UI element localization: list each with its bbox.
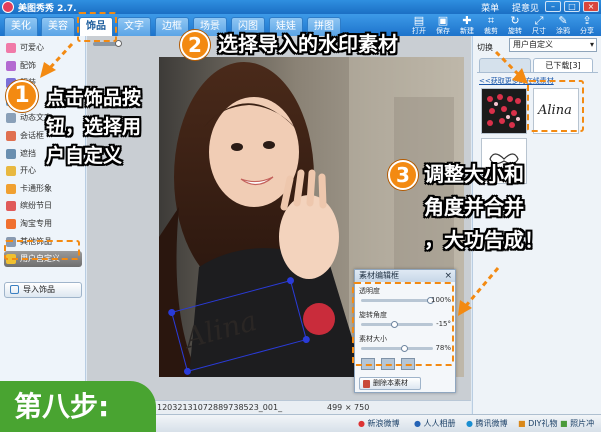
arrowhead-icon [458,300,472,316]
arrowhead-icon [512,68,528,84]
meitu-app-window: 美图秀秀 2.7. 菜单 提意见 – □ × 美化 美容 饰品 文字 边框 场景… [0,0,601,432]
step1-badge: 1 [6,80,38,112]
step2-badge: 2 [180,30,210,60]
arrow-step3 [462,267,500,309]
step2-text: 选择导入的水印素材 [218,32,398,56]
step1-line: 点击饰品按 [46,87,142,109]
step3-text: 调整大小和 角度并合并 ，大功告成！ [424,158,544,257]
step1-text: 点击饰品按 钮，选择用 户自定义 [46,84,141,171]
step3-badge: 3 [388,160,418,190]
step3-line: 角度并合并 [424,195,524,219]
step3-line: 调整大小和 [424,162,524,186]
step3-line: ，大功告成！ [424,228,544,252]
step1-line: 户自定义 [46,145,123,167]
step-label-banner: 第八步: [0,381,156,432]
step1-line: 钮，选择用 [46,116,142,138]
arrow-step1 [46,42,74,72]
